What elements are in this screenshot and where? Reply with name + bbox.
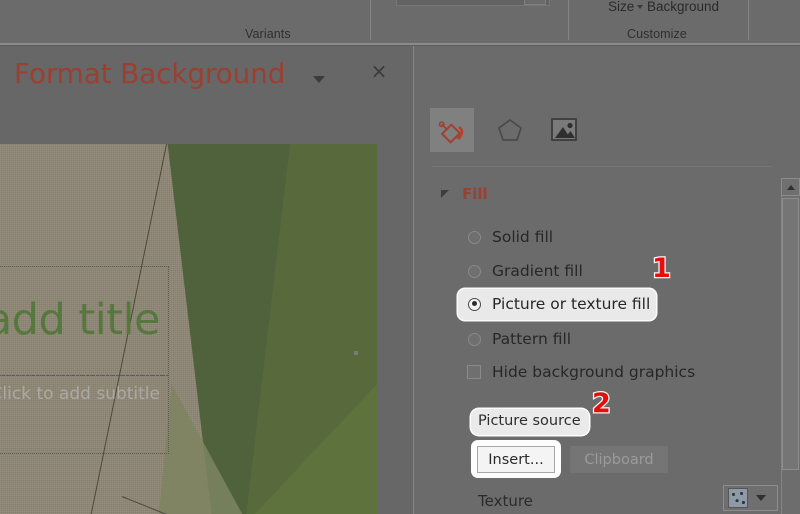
insert-button[interactable]: Insert... <box>477 446 555 473</box>
slide-subtitle-placeholder-text[interactable]: Click to add subtitle <box>0 384 160 404</box>
ribbon-group-divider <box>748 0 749 40</box>
picture-icon <box>551 118 577 141</box>
fill-section-heading: Fill <box>462 185 488 203</box>
slide-title-placeholder-text[interactable]: add title <box>0 294 161 346</box>
scroll-up-icon[interactable] <box>781 178 800 196</box>
slide-size-label: Size <box>608 0 635 14</box>
slide-canvas[interactable]: add title Click to add subtitle <box>0 144 377 514</box>
close-icon[interactable]: × <box>370 61 388 81</box>
slide-resize-handle[interactable] <box>354 351 358 355</box>
texture-swatch-icon <box>728 488 748 508</box>
pane-tabstrip <box>430 108 610 154</box>
pane-title: Format Background <box>14 57 286 90</box>
slide-size-button[interactable]: Size <box>608 0 644 15</box>
ribbon-group-label-variants: Variants <box>245 27 291 41</box>
powerpoint-window: Variants Customize Size Background add t… <box>0 0 800 514</box>
texture-label: Texture <box>478 492 533 510</box>
radio-indicator[interactable] <box>468 264 481 278</box>
checkbox-indicator[interactable] <box>467 365 481 379</box>
ribbon: Variants Customize Size Background <box>0 0 800 45</box>
fill-tab[interactable] <box>430 108 474 152</box>
slide-workspace[interactable]: add title Click to add subtitle <box>0 46 413 514</box>
checkbox-hide-background-graphics-label: Hide background graphics <box>492 363 696 381</box>
picture-source-label: Picture source <box>478 413 581 429</box>
radio-gradient-fill[interactable]: Gradient fill <box>468 257 583 285</box>
texture-dropdown[interactable] <box>723 485 778 511</box>
effects-tab[interactable] <box>488 108 532 152</box>
variants-gallery-more-button[interactable] <box>524 0 546 5</box>
ribbon-group-divider <box>568 0 569 40</box>
paint-bucket-icon <box>438 121 464 144</box>
checkbox-hide-background-graphics[interactable]: Hide background graphics <box>467 358 695 386</box>
radio-indicator[interactable] <box>468 332 481 346</box>
radio-indicator[interactable] <box>468 230 481 244</box>
callout-number-1: 1 <box>651 253 672 284</box>
slide-accent-line <box>121 496 377 514</box>
chevron-down-icon <box>756 495 766 501</box>
radio-picture-or-texture-fill[interactable]: Picture or texture fill <box>468 290 650 318</box>
pane-menu-chevron-down-icon[interactable] <box>313 76 325 83</box>
ribbon-group-divider <box>370 0 371 40</box>
picture-tab[interactable] <box>542 108 586 152</box>
radio-pattern-fill[interactable]: Pattern fill <box>468 325 571 353</box>
pane-separator <box>432 166 772 167</box>
fill-section-collapse-icon[interactable] <box>441 190 449 198</box>
radio-picture-or-texture-fill-label: Picture or texture fill <box>492 295 651 313</box>
callout-number-2: 2 <box>591 388 612 419</box>
radio-gradient-fill-label: Gradient fill <box>492 262 583 280</box>
radio-indicator[interactable] <box>468 297 481 311</box>
pentagon-icon <box>497 118 523 141</box>
radio-solid-fill-label: Solid fill <box>492 228 554 246</box>
radio-pattern-fill-label: Pattern fill <box>492 330 572 348</box>
chevron-down-icon <box>637 5 644 10</box>
clipboard-button[interactable]: Clipboard <box>570 446 668 473</box>
ribbon-group-label-customize: Customize <box>627 27 687 41</box>
radio-solid-fill[interactable]: Solid fill <box>468 223 553 251</box>
pane-scrollbar-thumb[interactable] <box>782 198 799 470</box>
format-background-button[interactable]: Background <box>647 0 719 15</box>
